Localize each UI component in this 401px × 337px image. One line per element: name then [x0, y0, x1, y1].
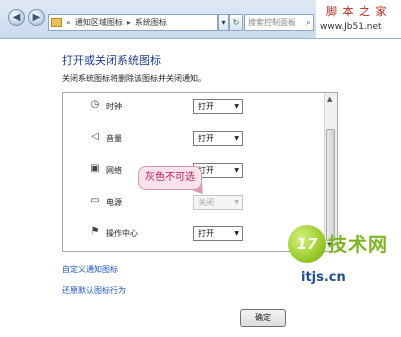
clock-icon: ◷: [90, 99, 100, 110]
icon-row-label: 时钟: [106, 102, 122, 111]
watermark-site-url: www.Jb51.net: [320, 22, 382, 32]
watermark-site-name: 脚 本 之 家: [326, 5, 388, 18]
speaker-icon: ◁: [91, 131, 99, 142]
volume-behavior-select[interactable]: 打开 ▼: [193, 131, 243, 146]
back-arrow-icon: ◀: [12, 12, 21, 23]
select-value: 关闭: [198, 198, 214, 207]
page-description: 关闭系统图标将删除该图标并关闭通知。: [62, 74, 206, 83]
ok-button[interactable]: 确定: [240, 309, 286, 327]
network-icon: ▣: [90, 163, 100, 174]
battery-icon: ▭: [90, 195, 100, 206]
refresh-icon: ↻: [232, 18, 240, 27]
chevron-down-icon: ▾: [221, 18, 226, 27]
itjs-logo-mark: 17: [288, 225, 326, 263]
search-placeholder: 搜索控制面板: [248, 18, 296, 27]
restore-default-icon-behavior-link[interactable]: 还原默认图标行为: [62, 285, 126, 296]
search-icon: ⌕: [305, 18, 311, 28]
watermark-jb51: 脚 本 之 家 www.Jb51.net: [316, 0, 401, 38]
chevron-right-icon[interactable]: ▸: [127, 18, 131, 27]
scroll-up-icon[interactable]: ▲: [327, 95, 332, 103]
clock-behavior-select[interactable]: 打开 ▼: [193, 99, 243, 114]
chevron-down-icon: ▼: [234, 135, 239, 142]
icon-row-label: 网络: [106, 166, 122, 175]
breadcrumb-overflow[interactable]: «: [66, 18, 71, 27]
watermark-brand-url: itjs.cn: [298, 270, 349, 285]
page-title: 打开或关闭系统图标: [62, 54, 161, 67]
chevron-down-icon: ▼: [234, 167, 239, 174]
breadcrumb-item-notification-area[interactable]: 通知区域图标: [75, 17, 123, 28]
annotation-callout: 灰色不可选: [138, 166, 202, 190]
forward-arrow-icon: ▶: [32, 12, 41, 23]
select-value: 打开: [198, 102, 214, 111]
power-behavior-select: 关闭 ▼: [193, 195, 243, 210]
back-button[interactable]: ◀: [8, 9, 25, 26]
chevron-down-icon: ▼: [234, 103, 239, 110]
icon-row-label: 电源: [106, 198, 122, 207]
refresh-button[interactable]: ↻: [229, 14, 243, 31]
search-input[interactable]: 搜索控制面板 ⌕: [244, 14, 314, 31]
address-dropdown-button[interactable]: ▾: [218, 14, 229, 31]
action-center-behavior-select[interactable]: 打开 ▼: [193, 226, 243, 241]
icon-row-label: 音量: [106, 134, 122, 143]
select-value: 打开: [198, 229, 214, 238]
watermark-itjs: 17 技术网 itjs.cn: [288, 222, 400, 298]
select-value: 打开: [198, 134, 214, 143]
customize-notification-icons-link[interactable]: 自定义通知图标: [62, 264, 118, 275]
folder-icon: [51, 18, 62, 27]
icon-row-label: 操作中心: [106, 229, 138, 238]
breadcrumb[interactable]: « 通知区域图标 ▸ 系统图标: [48, 14, 218, 31]
flag-icon: ⚑: [90, 226, 100, 237]
watermark-brand-name: 技术网: [328, 234, 389, 256]
breadcrumb-item-system-icons[interactable]: 系统图标: [135, 17, 167, 28]
chevron-down-icon: ▼: [234, 230, 239, 237]
forward-button[interactable]: ▶: [28, 9, 45, 26]
chevron-down-icon: ▼: [234, 199, 239, 206]
